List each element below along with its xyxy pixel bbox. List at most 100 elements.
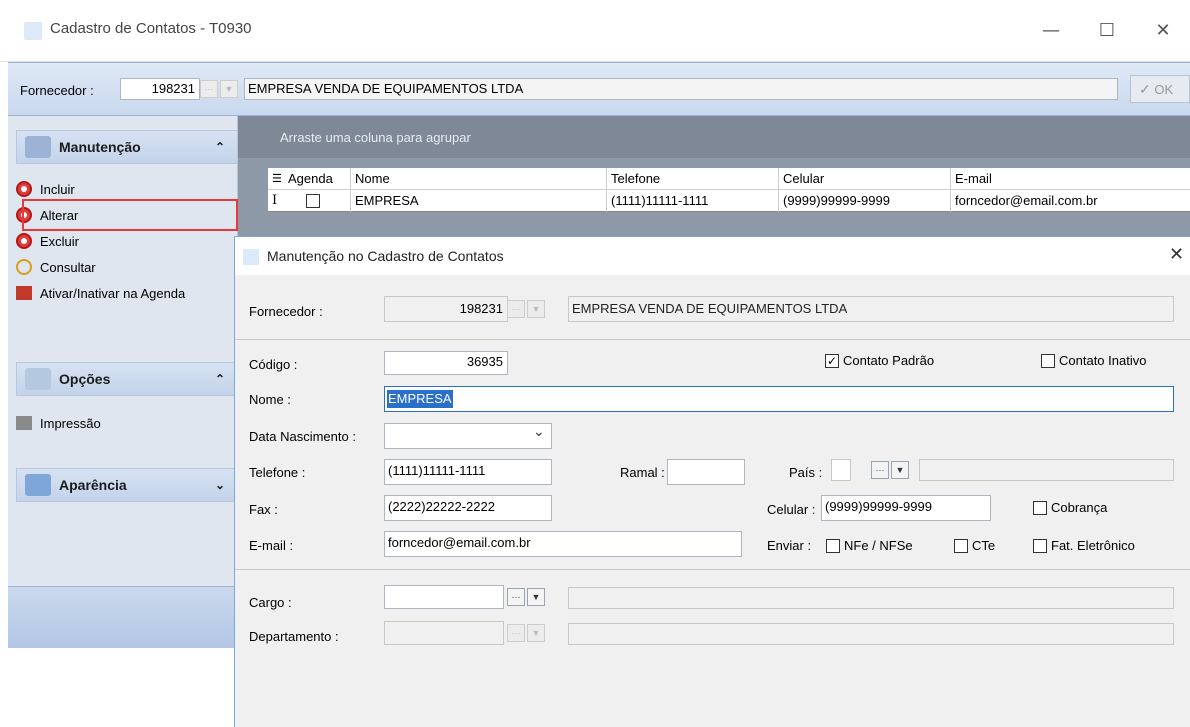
enviar-label: Enviar :: [767, 538, 812, 553]
item-label: Impressão: [40, 415, 101, 431]
grid-header: ☰ Agenda Nome Telefone Celular E-mail: [268, 168, 1190, 190]
contato-inativo-label: Contato Inativo: [1059, 353, 1147, 368]
supplier-dropdown-button[interactable]: ▼: [220, 80, 238, 98]
collapse-chevron-icon[interactable]: ⌃: [215, 140, 225, 154]
column-chooser-icon[interactable]: ☰: [272, 172, 282, 185]
pais-code-field[interactable]: [831, 459, 851, 481]
search-icon: [16, 259, 32, 275]
sidebar-item-excluir[interactable]: Excluir: [8, 228, 238, 254]
delete-icon: [16, 233, 32, 249]
cte-checkbox[interactable]: [954, 539, 968, 553]
supplier-label: Fornecedor :: [20, 83, 94, 98]
cargo-name-field: [568, 587, 1174, 609]
fornecedor-lookup-button: ···: [507, 300, 525, 318]
pais-lookup-button[interactable]: ···: [871, 461, 889, 479]
group-header-aparencia[interactable]: Aparência ⌄: [16, 468, 238, 502]
group-title: Manutenção: [59, 139, 141, 155]
ok-label: OK: [1154, 82, 1174, 97]
contato-inativo-checkbox[interactable]: [1041, 354, 1055, 368]
separator: [235, 569, 1190, 570]
contato-padrao-checkbox[interactable]: ✓: [825, 354, 839, 368]
group-header-manutencao[interactable]: Manutenção ⌃: [16, 130, 238, 164]
fax-field[interactable]: (2222)22222-2222: [384, 495, 552, 521]
cobranca-checkbox[interactable]: [1033, 501, 1047, 515]
data-nascimento-label: Data Nascimento :: [249, 429, 356, 444]
collapse-chevron-icon[interactable]: ⌃: [215, 372, 225, 386]
sidebar-item-alterar[interactable]: Alterar: [8, 199, 238, 231]
ramal-field[interactable]: [667, 459, 745, 485]
departamento-label: Departamento :: [249, 629, 339, 644]
printer-icon: [16, 416, 32, 430]
highlight-box: [22, 199, 238, 231]
dialog-titlebar: Manutenção no Cadastro de Contatos ✕: [235, 237, 1190, 275]
departamento-dropdown-button: ▼: [527, 624, 545, 642]
fat-eletronico-checkbox[interactable]: [1033, 539, 1047, 553]
column-header[interactable]: Agenda: [284, 168, 356, 190]
contacts-grid: Arraste uma coluna para agrupar ☰ Agenda…: [238, 116, 1190, 236]
supplier-code-field[interactable]: 198231: [120, 78, 200, 100]
cargo-dropdown-button[interactable]: ▼: [527, 588, 545, 606]
column-header[interactable]: Nome: [350, 168, 606, 190]
add-icon: [16, 181, 32, 197]
cell-nome: EMPRESA: [350, 190, 606, 212]
sidebar: Manutenção ⌃ Incluir Alterar Excluir Con…: [8, 116, 238, 648]
dialog-close-button[interactable]: ✕: [1169, 244, 1184, 265]
dialog-title: Manutenção no Cadastro de Contatos: [267, 248, 504, 264]
ok-button[interactable]: ✓ OK: [1130, 75, 1190, 103]
departamento-lookup-button: ···: [507, 624, 525, 642]
fornecedor-name-field: EMPRESA VENDA DE EQUIPAMENTOS LTDA: [568, 296, 1174, 322]
table-row[interactable]: I EMPRESA (1111)11111-1111 (9999)99999-9…: [268, 190, 1190, 212]
sidebar-item-impressao[interactable]: Impressão: [8, 410, 238, 436]
nfe-checkbox[interactable]: [826, 539, 840, 553]
codigo-field[interactable]: 36935: [384, 351, 508, 375]
cell-celular: (9999)99999-9999: [778, 190, 950, 212]
cte-label: CTe: [972, 538, 996, 553]
column-header[interactable]: Telefone: [606, 168, 778, 190]
cargo-code-field[interactable]: [384, 585, 504, 609]
maintenance-dialog: Manutenção no Cadastro de Contatos ✕ For…: [234, 236, 1190, 727]
departamento-name-field: [568, 623, 1174, 645]
maximize-button[interactable]: ☐: [1084, 14, 1130, 48]
row-marker: I: [272, 193, 278, 208]
item-label: Excluir: [40, 233, 80, 249]
supplier-lookup-button[interactable]: ···: [200, 80, 218, 98]
nome-field[interactable]: EMPRESA: [384, 386, 1174, 412]
fat-eletronico-label: Fat. Eletrônico: [1051, 538, 1135, 553]
fax-label: Fax :: [249, 502, 278, 517]
fornecedor-code-field: 198231: [384, 296, 508, 322]
supplier-name-field: EMPRESA VENDA DE EQUIPAMENTOS LTDA: [244, 78, 1118, 100]
separator: [235, 339, 1190, 340]
supplier-bar: Fornecedor : 198231 ··· ▼ EMPRESA VENDA …: [8, 62, 1190, 116]
group-opcoes[interactable]: Opções ⌃: [16, 362, 238, 396]
column-header[interactable]: Celular: [778, 168, 950, 190]
data-nascimento-field[interactable]: [384, 423, 552, 449]
close-button[interactable]: ✕: [1140, 14, 1186, 48]
nome-selected-text: EMPRESA: [387, 390, 453, 408]
toggle-agenda-icon: [16, 286, 32, 300]
group-manutencao[interactable]: Manutenção ⌃: [16, 130, 238, 164]
codigo-label: Código :: [249, 357, 298, 372]
nfe-label: NFe / NFSe: [844, 538, 913, 553]
departamento-code-field: [384, 621, 504, 645]
email-label: E-mail :: [249, 538, 294, 553]
agenda-checkbox[interactable]: [306, 194, 320, 208]
date-dropdown-icon[interactable]: ⌄: [533, 423, 545, 440]
dialog-icon: [243, 249, 259, 265]
telefone-field[interactable]: (1111)11111-1111: [384, 459, 552, 485]
group-title: Opções: [59, 371, 111, 387]
minimize-button[interactable]: —: [1028, 14, 1074, 48]
expand-chevron-icon[interactable]: ⌄: [215, 478, 225, 492]
group-header-opcoes[interactable]: Opções ⌃: [16, 362, 238, 396]
cargo-lookup-button[interactable]: ···: [507, 588, 525, 606]
telefone-label: Telefone :: [249, 465, 306, 480]
sidebar-item-ativar[interactable]: Ativar/Inativar na Agenda: [8, 280, 238, 306]
group-aparencia[interactable]: Aparência ⌄: [16, 468, 238, 502]
item-label: Consultar: [40, 259, 96, 275]
celular-field[interactable]: (9999)99999-9999: [821, 495, 991, 521]
pais-dropdown-button[interactable]: ▼: [891, 461, 909, 479]
column-header[interactable]: E-mail: [950, 168, 1190, 190]
email-field[interactable]: forncedor@email.com.br: [384, 531, 742, 557]
options-icon: [25, 368, 51, 390]
cell-email: forncedor@email.com.br: [950, 190, 1190, 212]
sidebar-item-consultar[interactable]: Consultar: [8, 254, 238, 280]
